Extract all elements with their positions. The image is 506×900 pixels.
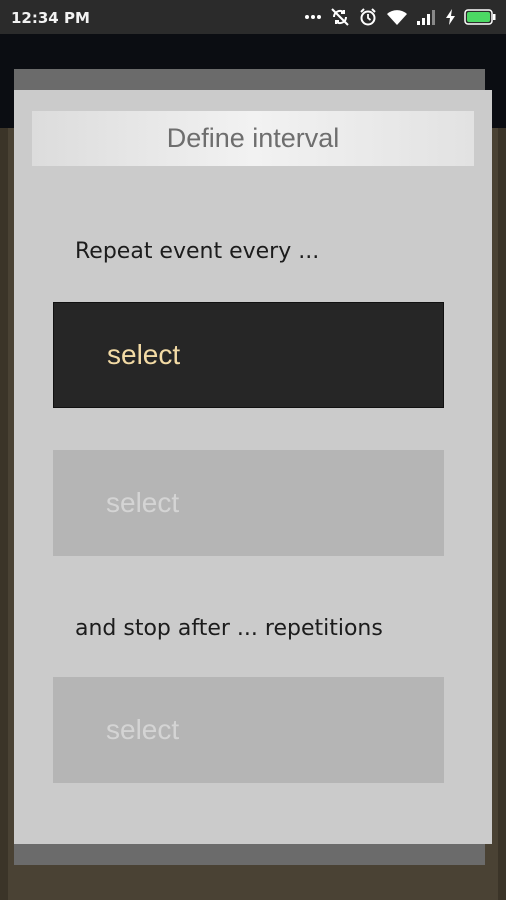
background-edge-left [0,128,8,900]
dialog-title-bar: Define interval [32,111,474,166]
wifi-icon [386,9,408,26]
stop-label: and stop after ... repetitions [75,616,383,641]
define-interval-dialog: Define interval Repeat event every ... s… [14,90,492,844]
status-icons [305,7,496,27]
select-interval-label: select [107,339,181,370]
status-time: 12:34 PM [11,9,90,27]
alarm-icon [359,8,377,26]
more-icon [305,14,321,20]
select-unit-button[interactable]: select [53,450,444,556]
charging-icon [446,9,455,25]
status-bar: 12:34 PM [0,0,506,34]
select-repetitions-label: select [106,714,180,745]
select-unit-label: select [106,487,180,518]
sync-off-icon [330,8,350,26]
signal-icon [417,9,437,25]
dialog-title: Define interval [166,123,340,153]
repeat-label: Repeat event every ... [75,239,320,264]
select-repetitions-button[interactable]: select [53,677,444,783]
battery-icon [464,9,496,25]
background-edge-right [498,128,506,900]
select-interval-button[interactable]: select [53,302,444,408]
